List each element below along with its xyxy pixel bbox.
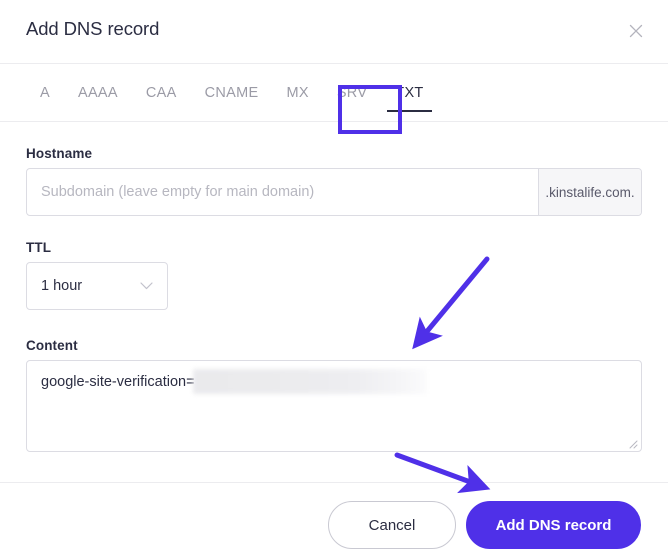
content-textarea[interactable]: google-site-verification=: [26, 360, 642, 452]
tab-a[interactable]: A: [26, 64, 64, 122]
tab-mx[interactable]: MX: [272, 64, 322, 122]
ttl-selected-value: 1 hour: [41, 278, 83, 294]
hostname-field-group: .kinstalife.com.: [26, 168, 642, 216]
hostname-input[interactable]: [27, 169, 538, 215]
redacted-value-block: [193, 369, 427, 394]
dialog-header: Add DNS record: [0, 0, 668, 64]
tab-cname[interactable]: CNAME: [191, 64, 273, 122]
record-type-tabs: A AAAA CAA CNAME MX SRV TXT: [0, 64, 668, 122]
tab-srv[interactable]: SRV: [323, 64, 381, 122]
close-glyph: [629, 24, 643, 38]
cancel-button[interactable]: Cancel: [328, 501, 456, 549]
resize-handle-icon[interactable]: [626, 437, 638, 449]
hostname-label: Hostname: [26, 146, 93, 161]
dialog-title: Add DNS record: [26, 18, 160, 39]
hostname-domain-suffix: .kinstalife.com.: [538, 169, 641, 215]
content-value: google-site-verification=: [41, 374, 195, 390]
add-dns-record-dialog: Add DNS record A AAAA CAA CNAME MX SRV T…: [0, 0, 668, 554]
tab-txt[interactable]: TXT: [381, 64, 437, 122]
ttl-label: TTL: [26, 240, 52, 255]
dialog-footer: Cancel Add DNS record: [0, 482, 668, 554]
tabs-list: A AAAA CAA CNAME MX SRV TXT: [26, 64, 438, 122]
close-icon[interactable]: [620, 15, 652, 47]
add-dns-record-button[interactable]: Add DNS record: [466, 501, 641, 549]
chevron-down-icon: [140, 282, 153, 290]
ttl-select[interactable]: 1 hour: [26, 262, 168, 310]
dialog-body: Hostname .kinstalife.com. TTL 1 hour Con…: [0, 122, 668, 482]
tab-aaaa[interactable]: AAAA: [64, 64, 132, 122]
tab-caa[interactable]: CAA: [132, 64, 191, 122]
content-label: Content: [26, 338, 78, 353]
